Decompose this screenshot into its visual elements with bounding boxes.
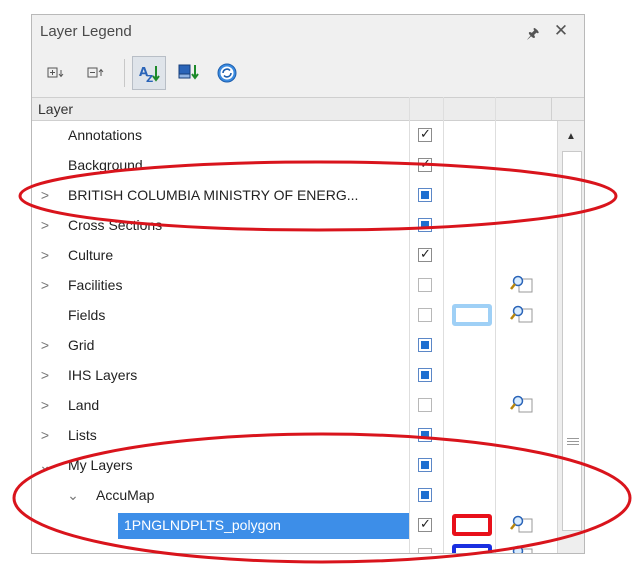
layer-column-header[interactable]: Layer	[38, 101, 73, 117]
scroll-up-icon[interactable]: ▲	[566, 131, 576, 142]
layer-row[interactable]: > Cross Sections	[32, 211, 557, 241]
layer-down-icon	[178, 64, 199, 80]
expand-chevron-icon[interactable]: >	[38, 247, 52, 263]
layer-name: Fields	[68, 307, 106, 323]
visibility-checkbox[interactable]	[418, 548, 432, 553]
layer-name: Land	[68, 397, 100, 413]
layer-row[interactable]: > Culture	[32, 241, 557, 271]
visibility-checkbox[interactable]	[418, 368, 432, 382]
layer-row[interactable]: > IHS Layers	[32, 361, 557, 391]
layer-name: IHS Layers	[68, 367, 138, 383]
layer-name: Lists	[68, 427, 97, 443]
layer-name: Annotations	[68, 127, 142, 143]
layer-name: My Layers	[68, 457, 133, 473]
visibility-checkbox[interactable]	[418, 218, 432, 232]
layer-row[interactable]: > Grid	[32, 331, 557, 361]
legend-search-icon[interactable]	[510, 274, 534, 296]
layer-name: Culture	[68, 247, 114, 263]
legend-search-icon[interactable]	[510, 514, 534, 536]
visibility-checkbox[interactable]	[418, 188, 432, 202]
legend-search-icon[interactable]	[510, 394, 534, 416]
toolbar: A Z	[32, 49, 584, 97]
expand-chevron-icon[interactable]: >	[38, 367, 52, 383]
layer-name-cell[interactable]	[62, 393, 409, 419]
expand-chevron-icon[interactable]: >	[38, 217, 52, 233]
layer-row[interactable]: Background	[32, 151, 557, 181]
expand-all-icon	[47, 67, 64, 78]
column-header: Layer	[32, 97, 584, 122]
legend-search-icon[interactable]	[510, 544, 534, 554]
refresh-icon	[217, 63, 237, 83]
visibility-checkbox[interactable]	[418, 458, 432, 472]
layer-row[interactable]: > Lists	[32, 421, 557, 451]
vertical-scrollbar[interactable]: ▲	[557, 121, 584, 553]
visibility-checkbox[interactable]	[418, 278, 432, 292]
pin-icon[interactable]: 🖈	[524, 23, 542, 47]
layer-name: 1PNGLNDPLTS_polygon	[124, 517, 281, 533]
collapse-all-icon	[87, 67, 104, 78]
layer-row[interactable]	[32, 541, 557, 554]
layer-row[interactable]: Fields	[32, 301, 557, 331]
layer-row[interactable]: ⌄ AccuMap	[32, 481, 557, 511]
title-bar: Layer Legend 🖈 ✕	[32, 15, 584, 49]
panel-title: Layer Legend	[40, 23, 132, 40]
expand-chevron-icon[interactable]: >	[38, 187, 52, 203]
visibility-checkbox[interactable]	[418, 398, 432, 412]
visibility-checkbox[interactable]	[418, 156, 432, 172]
visibility-checkbox[interactable]	[418, 246, 432, 262]
layer-row[interactable]: ⌄ My Layers	[32, 451, 557, 481]
visibility-checkbox[interactable]	[418, 428, 432, 442]
layer-row[interactable]: 1PNGLNDPLTS_polygon	[32, 511, 557, 541]
visibility-checkbox[interactable]	[418, 126, 432, 142]
sort-az-button[interactable]: A Z	[132, 56, 166, 90]
visibility-checkbox[interactable]	[418, 308, 432, 322]
layer-name: Cross Sections	[68, 217, 163, 233]
visibility-checkbox[interactable]	[418, 338, 432, 352]
layer-name-cell[interactable]	[62, 303, 409, 329]
layer-row[interactable]: > Facilities	[32, 271, 557, 301]
layer-name: Facilities	[68, 277, 123, 293]
expand-chevron-icon[interactable]: >	[38, 427, 52, 443]
expand-chevron-icon[interactable]: >	[38, 277, 52, 293]
layer-name-cell[interactable]	[118, 543, 409, 553]
style-swatch[interactable]	[452, 304, 492, 326]
svg-text:Z: Z	[146, 74, 153, 85]
style-swatch[interactable]	[452, 514, 492, 536]
collapse-chevron-icon[interactable]: ⌄	[66, 487, 80, 504]
scroll-thumb[interactable]	[562, 151, 582, 531]
layer-name: BRITISH COLUMBIA MINISTRY OF ENERG...	[68, 187, 359, 203]
layer-name-cell[interactable]	[62, 423, 409, 449]
layer-down-button[interactable]	[172, 56, 206, 90]
layer-row[interactable]: Annotations	[32, 121, 557, 151]
expand-all-button[interactable]	[40, 56, 74, 90]
layer-name-cell[interactable]	[62, 243, 409, 269]
layer-name-cell[interactable]	[62, 333, 409, 359]
visibility-checkbox[interactable]	[418, 488, 432, 502]
layer-legend-panel: Layer Legend 🖈 ✕ A Z Layer Annotations ✓…	[31, 14, 585, 554]
layer-name: Background	[68, 157, 143, 173]
collapse-chevron-icon[interactable]: ⌄	[38, 457, 52, 474]
expand-chevron-icon[interactable]: >	[38, 397, 52, 413]
collapse-all-button[interactable]	[80, 56, 114, 90]
style-swatch[interactable]	[452, 544, 492, 553]
refresh-button[interactable]	[210, 56, 244, 90]
expand-chevron-icon[interactable]: >	[38, 337, 52, 353]
legend-search-icon[interactable]	[510, 304, 534, 326]
close-icon[interactable]: ✕	[552, 21, 570, 41]
layer-tree: Annotations Background > BRITISH COLUMBIA M…	[32, 121, 557, 554]
layer-name: Grid	[68, 337, 95, 353]
layer-name: AccuMap	[96, 487, 155, 503]
layer-row[interactable]: > Land	[32, 391, 557, 421]
layer-row[interactable]: > BRITISH COLUMBIA MINISTRY OF ENERG...	[32, 181, 557, 211]
visibility-checkbox[interactable]	[418, 516, 432, 532]
sort-az-icon: A Z	[139, 65, 160, 85]
